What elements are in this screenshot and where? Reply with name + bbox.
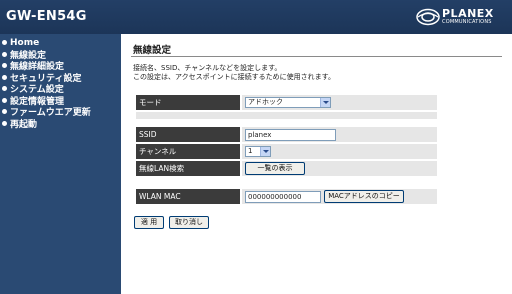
apply-button[interactable]: 適 用 [134,216,164,229]
ssid-label: SSID [136,127,240,142]
show-list-button[interactable]: 一覧の表示 [245,162,305,175]
bullet-icon [2,51,7,57]
planex-logo: PLANEX COMMUNICATIONS [416,6,508,30]
bullet-icon [2,63,7,69]
mode-label: モード [136,95,240,110]
page-title: 無線設定 [133,45,172,56]
bullet-icon [2,120,7,126]
sidebar-item-label: 再起動 [10,119,38,130]
bullet-icon [2,109,7,115]
sidebar-item-label: Home [10,37,40,48]
wlan-mac-label: WLAN MAC [136,189,240,204]
wlan-mac-input[interactable]: 000000000000 [245,191,321,203]
chevron-down-icon [320,98,330,107]
channel-value-cell: 1 [242,144,437,159]
bullet-icon [2,74,7,80]
ssid-value-cell: planex [242,127,437,142]
product-name: GW-EN54G [6,9,87,24]
mode-value-cell: アドホック [242,95,437,110]
cancel-button[interactable]: 取り消し [169,216,209,229]
mode-select[interactable]: アドホック [245,97,331,108]
ssid-input[interactable]: planex [245,129,336,141]
title-divider [131,56,502,57]
bullet-icon [2,40,7,46]
chevron-down-icon [260,147,270,156]
planex-logo-icon [416,8,440,26]
mode-select-value: アドホック [248,98,283,106]
channel-select[interactable]: 1 [245,146,271,157]
description-line-2: この設定は、アクセスポイントに接続するために使用されます。 [133,73,335,81]
main-panel: 無線設定 接続名、SSID、チャンネルなどを設定します。 この設定は、アクセスポ… [121,34,512,294]
bullet-icon [2,86,7,92]
wlan-scan-label: 無線LAN検索 [136,161,240,176]
header-bar: GW-EN54G PLANEX COMMUNICATIONS [0,0,512,34]
row-spacer [136,112,437,119]
sidebar-nav: Home 無線設定 無線詳細設定 セキュリティ設定 システム設定 設定情報管理 … [0,34,120,294]
bullet-icon [2,97,7,103]
brand-subtitle: COMMUNICATIONS [442,19,492,25]
channel-label: チャンネル [136,144,240,159]
sidebar-item-reboot[interactable]: 再起動 [0,118,120,130]
wlan-scan-value-cell: 一覧の表示 [242,161,437,176]
wlan-mac-value-cell: 000000000000 MACアドレスのコピー [242,189,437,204]
channel-select-value: 1 [248,147,253,155]
copy-mac-button[interactable]: MACアドレスのコピー [324,190,404,203]
